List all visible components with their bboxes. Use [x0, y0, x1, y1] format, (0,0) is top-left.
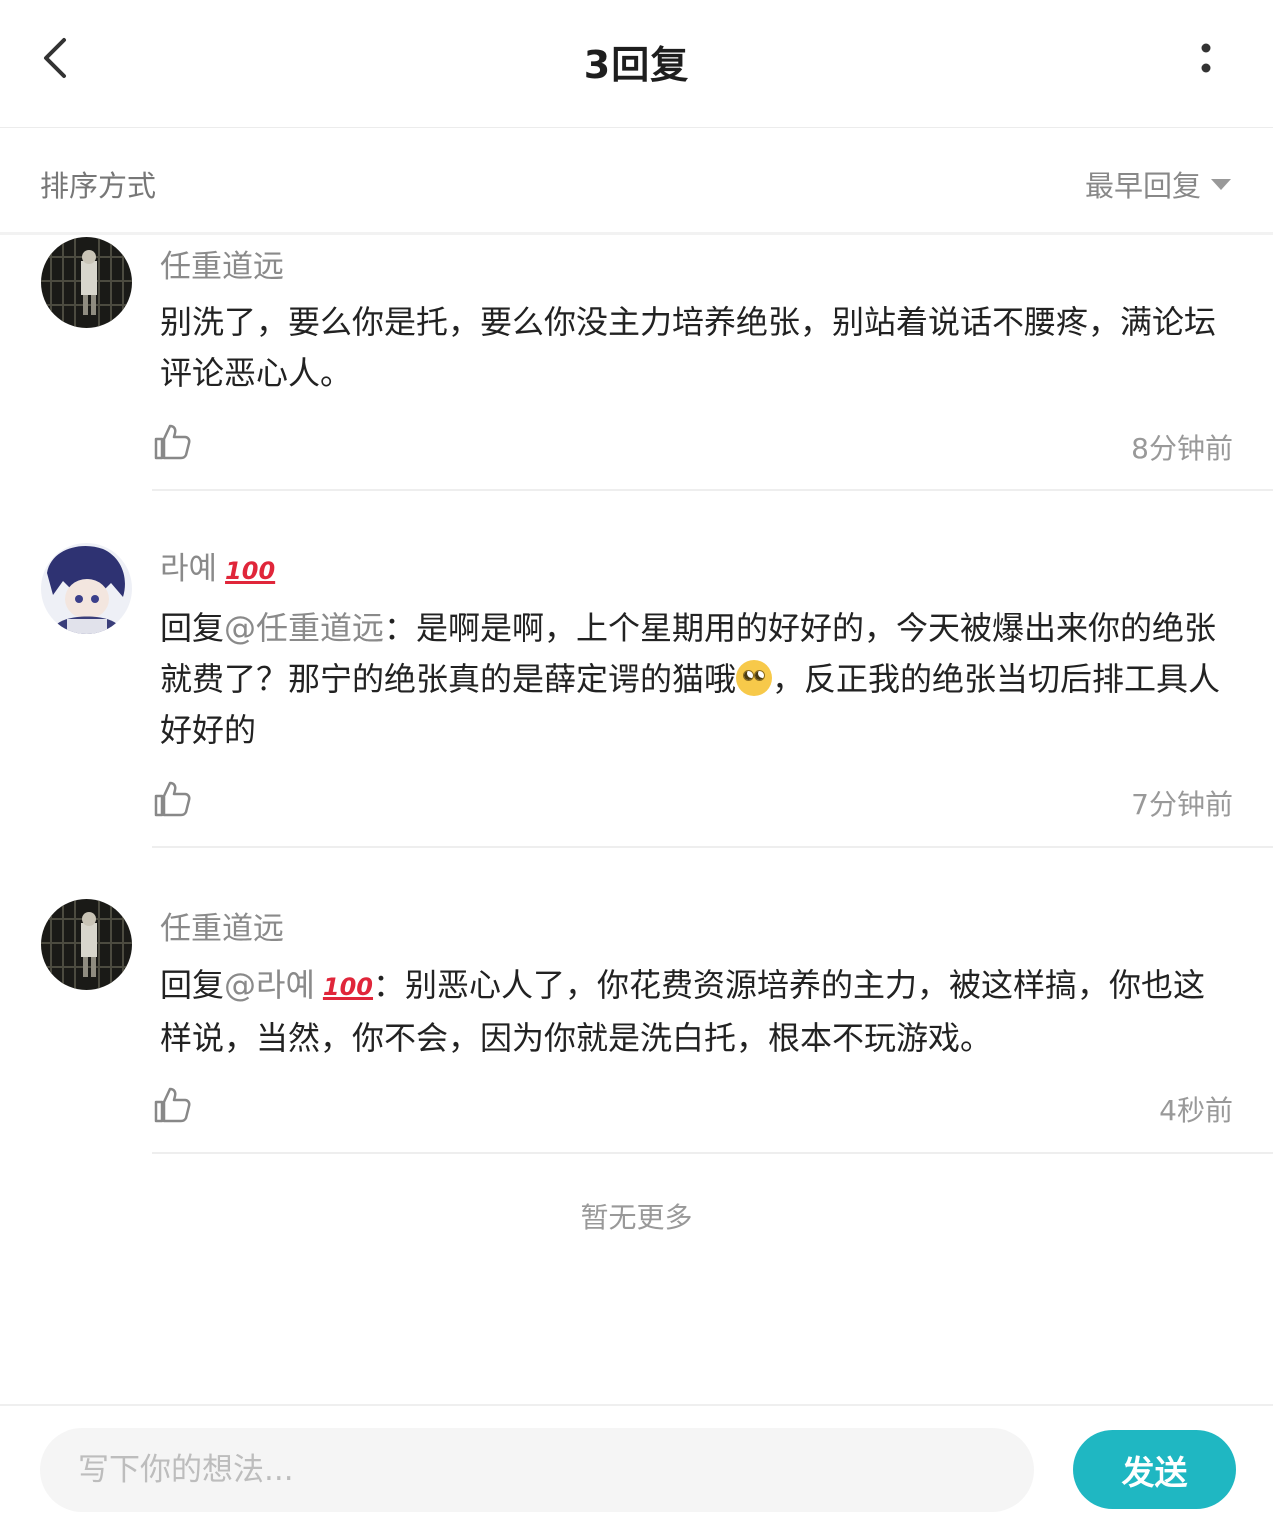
mention-separator: ：: [373, 966, 406, 1004]
avatar[interactable]: [41, 899, 132, 990]
reply-prefix: 回复: [160, 609, 225, 647]
mention-link[interactable]: @라예 100: [224, 966, 373, 1004]
sort-label: 排序方式: [40, 169, 157, 203]
composer-bar: 发送: [0, 1404, 1273, 1531]
reply-timestamp: 8分钟前: [1131, 432, 1233, 465]
reply-timestamp: 4秒前: [1159, 1094, 1233, 1127]
reply-text: 回复@任重道远：是啊是啊，上个星期用的好好的，今天被爆出来你的绝张就费了？那宁的…: [160, 603, 1230, 756]
reply-prefix: 回复: [160, 966, 225, 1004]
avatar[interactable]: [41, 543, 132, 634]
mention-link[interactable]: @任重道远: [224, 609, 384, 647]
avatar-image: [41, 237, 132, 328]
divider: [152, 1152, 1273, 1154]
avatar[interactable]: [41, 237, 132, 328]
avatar-image: [41, 543, 132, 634]
avatar-image: [41, 899, 132, 990]
thumbs-up-icon[interactable]: [152, 1085, 192, 1125]
sort-selected-value: 最早回复: [1084, 169, 1201, 203]
username-text: 라예: [160, 551, 218, 587]
hundred-points-badge: 100: [225, 556, 276, 585]
end-of-list-text: 暂无更多: [580, 1201, 693, 1234]
sort-bar: 排序方式 最早回复: [0, 129, 1273, 235]
mention-text: @라예: [224, 966, 315, 1004]
username[interactable]: 任重道远: [160, 903, 284, 948]
sort-dropdown[interactable]: 最早回复: [1085, 163, 1231, 205]
divider: [152, 846, 1273, 848]
more-vertical-icon: [1201, 43, 1211, 73]
hundred-points-badge: 100: [322, 972, 374, 1001]
caret-down-icon: [1211, 178, 1231, 190]
reply-timestamp: 7分钟前: [1131, 788, 1233, 821]
eye-roll-emoji-icon: [736, 660, 773, 696]
comment-input[interactable]: [40, 1428, 1034, 1512]
username[interactable]: 任重道远: [160, 241, 284, 286]
mention-separator: ：: [384, 609, 417, 647]
reply-text: 回复@라예 100：别恶心人了，你花费资源培养的主力，被这样搞，你也这样说，当然，…: [160, 960, 1230, 1064]
page-title: 3回复: [583, 43, 690, 87]
thumbs-up-icon[interactable]: [152, 422, 192, 462]
more-options-button[interactable]: [1186, 36, 1226, 84]
reply-text: 别洗了，要么你是托，要么你没主力培养绝张，别站着说话不腰疼，满论坛评论恶心人。: [160, 303, 1217, 392]
divider: [152, 489, 1273, 491]
send-button[interactable]: 发送: [1073, 1430, 1236, 1509]
top-bar: 3回复: [0, 0, 1273, 128]
thumbs-up-icon[interactable]: [152, 779, 192, 819]
username[interactable]: 라예 100: [160, 543, 275, 588]
